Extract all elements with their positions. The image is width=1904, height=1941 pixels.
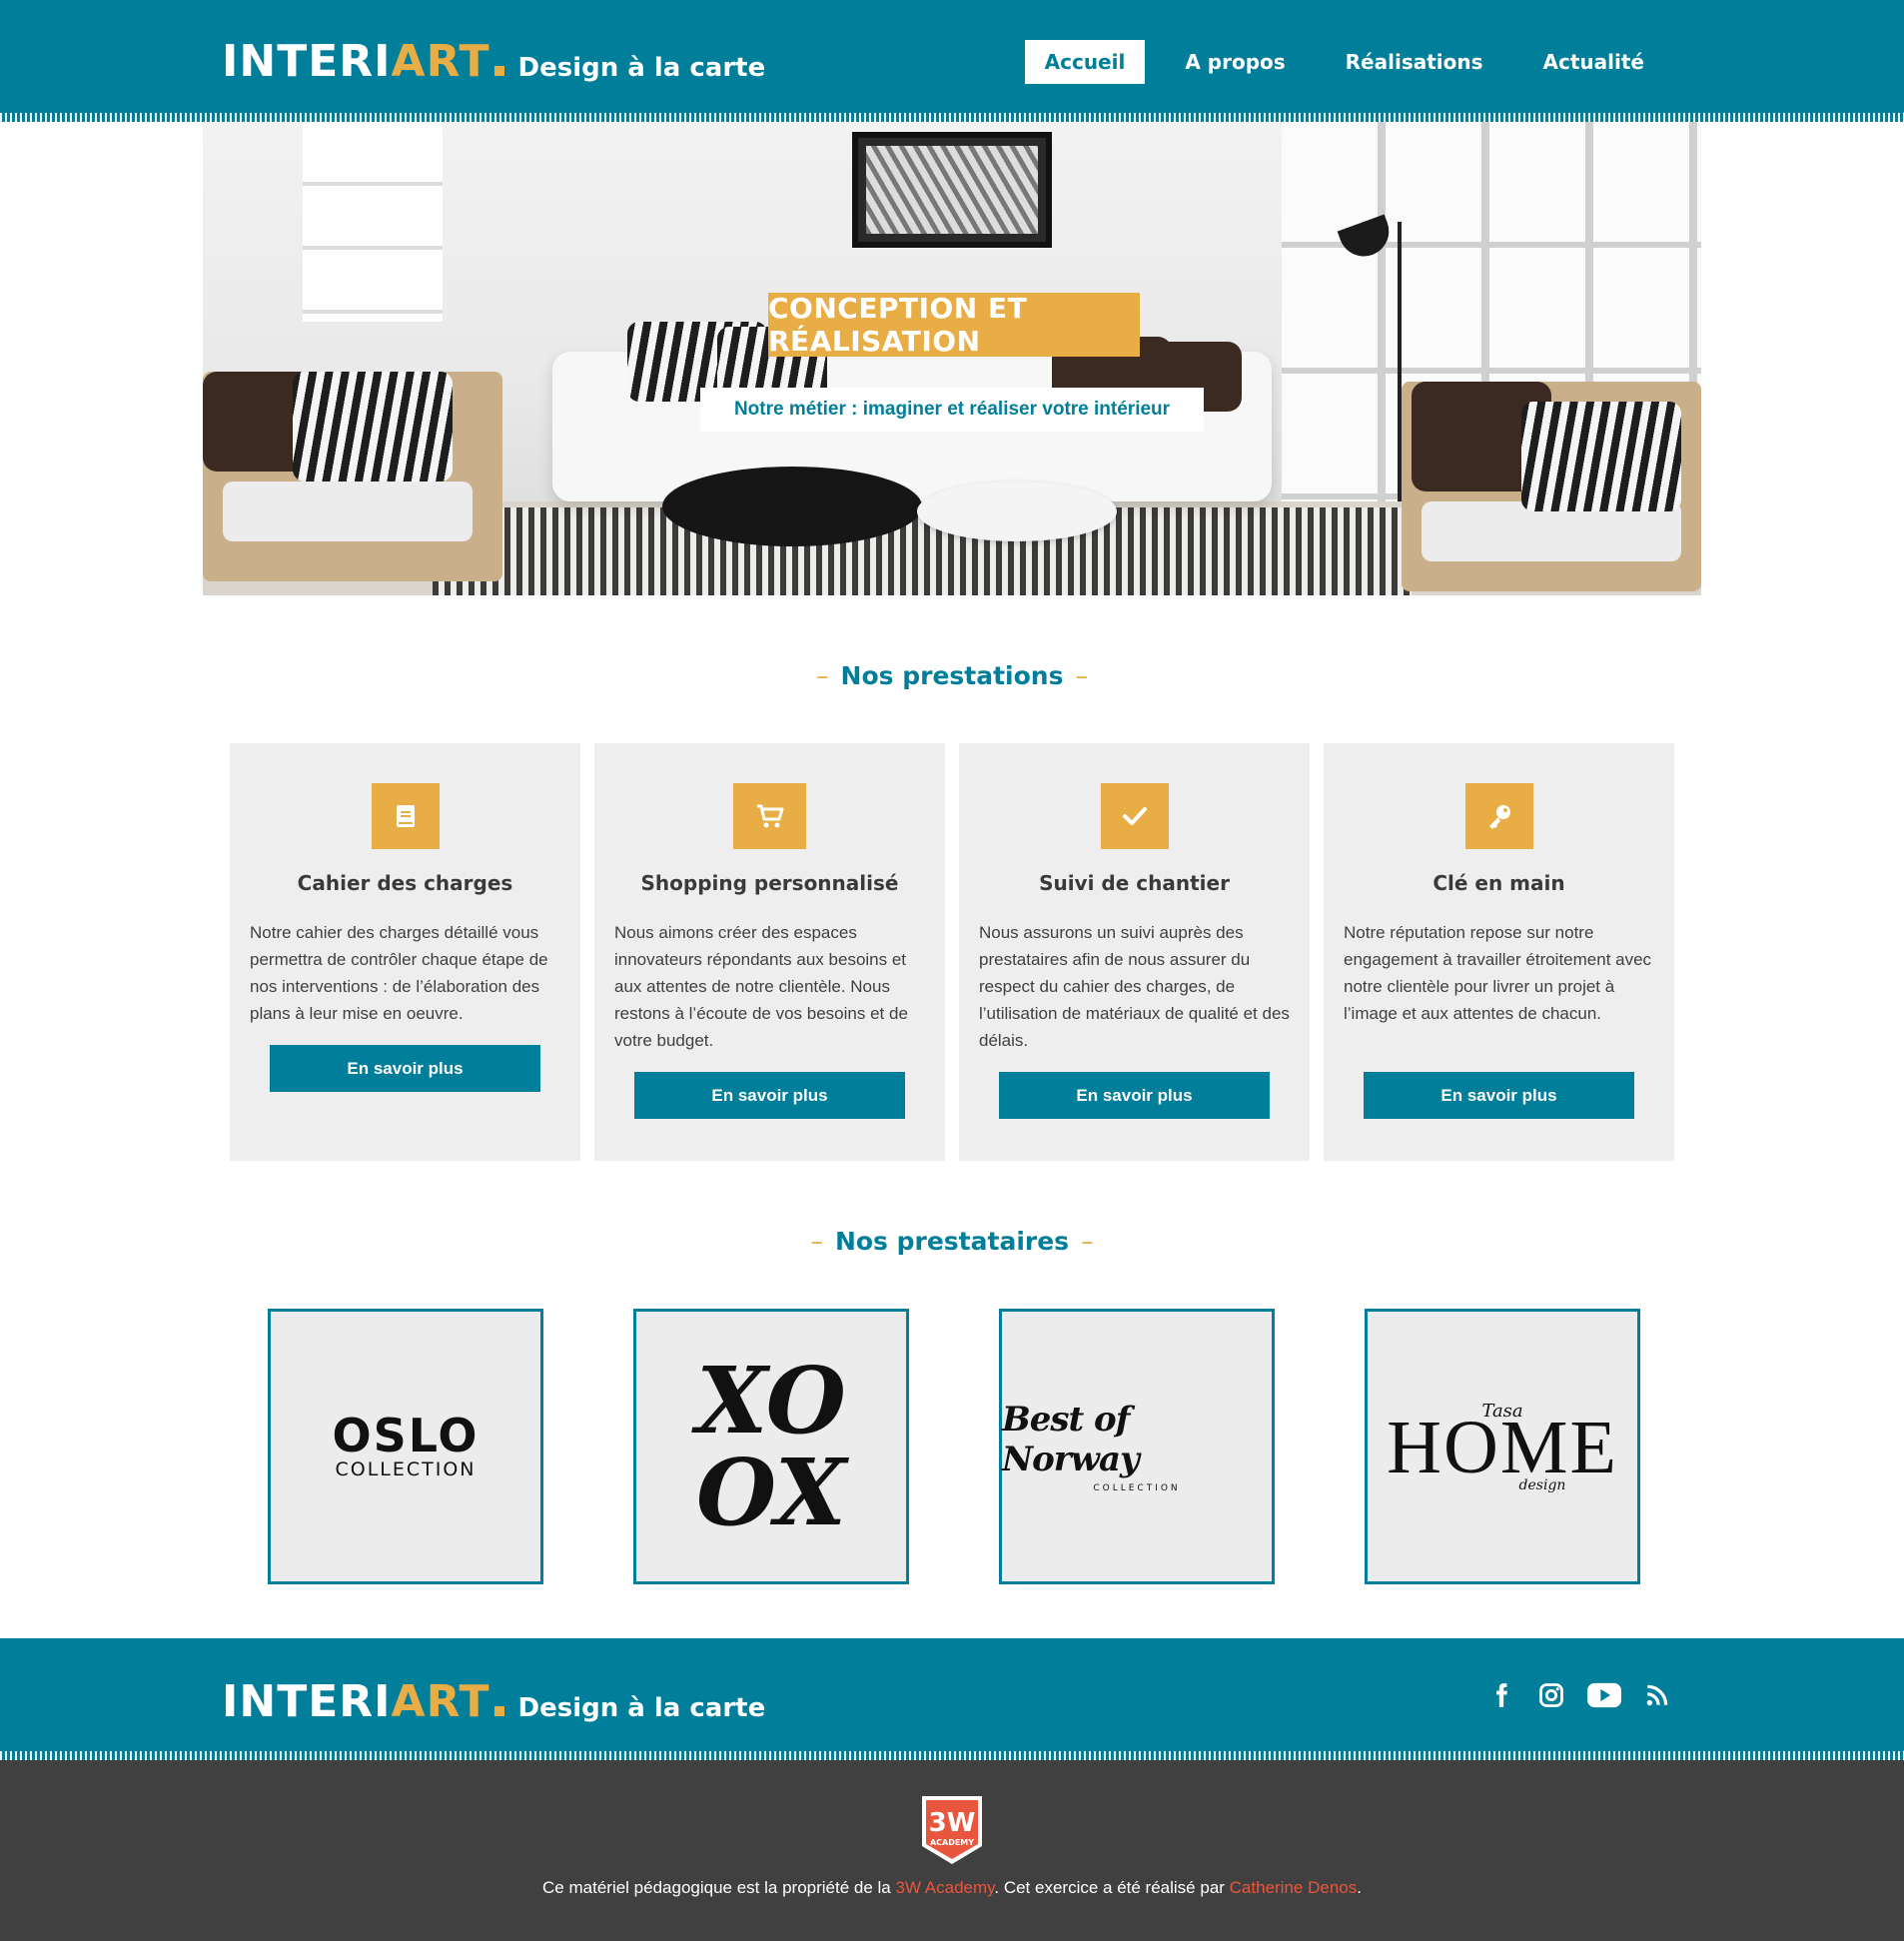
hero-table-black	[662, 467, 922, 546]
heading-dash-right: –	[1075, 661, 1088, 690]
service-card: Clé en main Notre réputation repose sur …	[1324, 743, 1674, 1161]
nav-item-accueil[interactable]: Accueil	[1024, 40, 1146, 84]
logo-art: ART	[391, 36, 490, 87]
footer-tick-border	[0, 1751, 1904, 1760]
copyright-after: .	[1357, 1878, 1362, 1897]
logo-tagline: Design à la carte	[517, 53, 766, 83]
xoox-logo-line1: XO	[696, 1347, 846, 1455]
partner-logo-xoox[interactable]: XO OX	[633, 1309, 909, 1584]
hero-wall-frame	[852, 132, 1052, 248]
home-logo-text: HOME	[1387, 1405, 1618, 1489]
logo-interi: INTERI	[222, 1676, 392, 1727]
hero-armchair-right	[1402, 382, 1701, 591]
copyright-bar: 3W ACADEMY Ce matériel pédagogique est l…	[0, 1760, 1904, 1941]
hero-armchair-left	[203, 372, 502, 581]
header-tick-border	[0, 113, 1904, 122]
site-logo[interactable]: INTERI ART Design à la carte	[222, 36, 765, 87]
home-logo-sub: design	[1518, 1476, 1566, 1493]
services-cards: Cahier des charges Notre cahier des char…	[230, 743, 1674, 1161]
service-card: Suivi de chantier Nous assurons un suivi…	[959, 743, 1310, 1161]
learn-more-button[interactable]: En savoir plus	[1364, 1072, 1634, 1119]
social-links	[1486, 1680, 1672, 1710]
card-text: Notre cahier des charges détaillé vous p…	[250, 923, 548, 1023]
site-header: INTERI ART Design à la carte Accueil A p…	[0, 0, 1904, 122]
learn-more-button[interactable]: En savoir plus	[270, 1045, 540, 1092]
main-nav: Accueil A propos Réalisations Actualité	[1024, 40, 1664, 84]
best-of-norway-logo-text: Best of Norway	[1002, 1400, 1140, 1479]
hero-subtitle: Notre métier : imaginer et réaliser votr…	[700, 388, 1204, 432]
oslo-logo-text: OSLO	[332, 1409, 479, 1462]
heading-dash-left: –	[810, 1227, 823, 1256]
best-of-norway-logo-sub: COLLECTION	[1093, 1483, 1181, 1493]
copyright-text: Ce matériel pédagogique est la propriété…	[0, 1878, 1904, 1898]
partner-logo-best-of-norway[interactable]: Best of Norway COLLECTION	[999, 1309, 1275, 1584]
hero-shelf	[303, 122, 443, 322]
partners-list: OSLO COLLECTION XO OX Best of Norway COL…	[268, 1309, 1640, 1584]
nav-item-actualite[interactable]: Actualité	[1523, 40, 1664, 84]
heading-dash-left: –	[816, 661, 829, 690]
book-icon	[372, 783, 440, 849]
instagram-icon[interactable]	[1536, 1680, 1566, 1710]
site-footer: INTERI ART Design à la carte	[0, 1638, 1904, 1760]
card-text: Nous aimons créer des espaces innovateur…	[614, 923, 908, 1050]
hero-banner: CONCEPTION ET RÉALISATION Notre métier :…	[203, 122, 1701, 595]
author-link[interactable]: Catherine Denos	[1230, 1878, 1358, 1897]
services-heading: – Nos prestations –	[0, 661, 1904, 690]
logo-dot	[493, 1706, 504, 1716]
card-text: Notre réputation repose sur notre engage…	[1344, 923, 1652, 1023]
rss-icon[interactable]	[1642, 1680, 1672, 1710]
badge-text: 3W	[929, 1808, 976, 1838]
youtube-icon[interactable]	[1586, 1680, 1622, 1710]
logo-art: ART	[391, 1676, 490, 1727]
card-title: Shopping personnalisé	[640, 871, 899, 895]
3w-academy-link[interactable]: 3W Academy	[895, 1878, 994, 1897]
partner-logo-oslo[interactable]: OSLO COLLECTION	[268, 1309, 543, 1584]
xoox-logo-line2: OX	[696, 1439, 846, 1546]
3w-academy-badge[interactable]: 3W ACADEMY	[920, 1794, 984, 1866]
partners-heading: – Nos prestataires –	[0, 1227, 1904, 1256]
service-card: Shopping personnalisé Nous aimons créer …	[594, 743, 945, 1161]
check-icon	[1101, 783, 1169, 849]
card-text: Nous assurons un suivi auprès des presta…	[979, 923, 1290, 1050]
footer-logo[interactable]: INTERI ART Design à la carte	[222, 1676, 765, 1727]
cart-icon	[733, 783, 806, 849]
badge-sub: ACADEMY	[930, 1838, 974, 1847]
partners-heading-text: Nos prestataires	[834, 1227, 1070, 1256]
hero-table-white	[917, 482, 1117, 541]
card-title: Cahier des charges	[297, 871, 513, 895]
learn-more-button[interactable]: En savoir plus	[999, 1072, 1270, 1119]
key-icon	[1465, 783, 1533, 849]
nav-item-realisations[interactable]: Réalisations	[1326, 40, 1503, 84]
hero-title: CONCEPTION ET RÉALISATION	[768, 292, 1140, 358]
card-title: Suivi de chantier	[1039, 871, 1230, 895]
logo-tagline: Design à la carte	[517, 1693, 766, 1723]
copyright-before: Ce matériel pédagogique est la propriété…	[542, 1878, 896, 1897]
service-card: Cahier des charges Notre cahier des char…	[230, 743, 580, 1161]
logo-interi: INTERI	[222, 36, 392, 87]
copyright-middle: . Cet exercice a été réalisé par	[994, 1878, 1230, 1897]
nav-item-a-propos[interactable]: A propos	[1165, 40, 1305, 84]
facebook-icon[interactable]	[1486, 1680, 1516, 1710]
learn-more-button[interactable]: En savoir plus	[634, 1072, 905, 1119]
card-title: Clé en main	[1432, 871, 1565, 895]
oslo-logo-sub: COLLECTION	[335, 1458, 476, 1480]
services-heading-text: Nos prestations	[840, 661, 1064, 690]
heading-dash-right: –	[1081, 1227, 1094, 1256]
logo-dot	[493, 66, 504, 76]
partner-logo-home[interactable]: Tasa HOME design	[1365, 1309, 1640, 1584]
